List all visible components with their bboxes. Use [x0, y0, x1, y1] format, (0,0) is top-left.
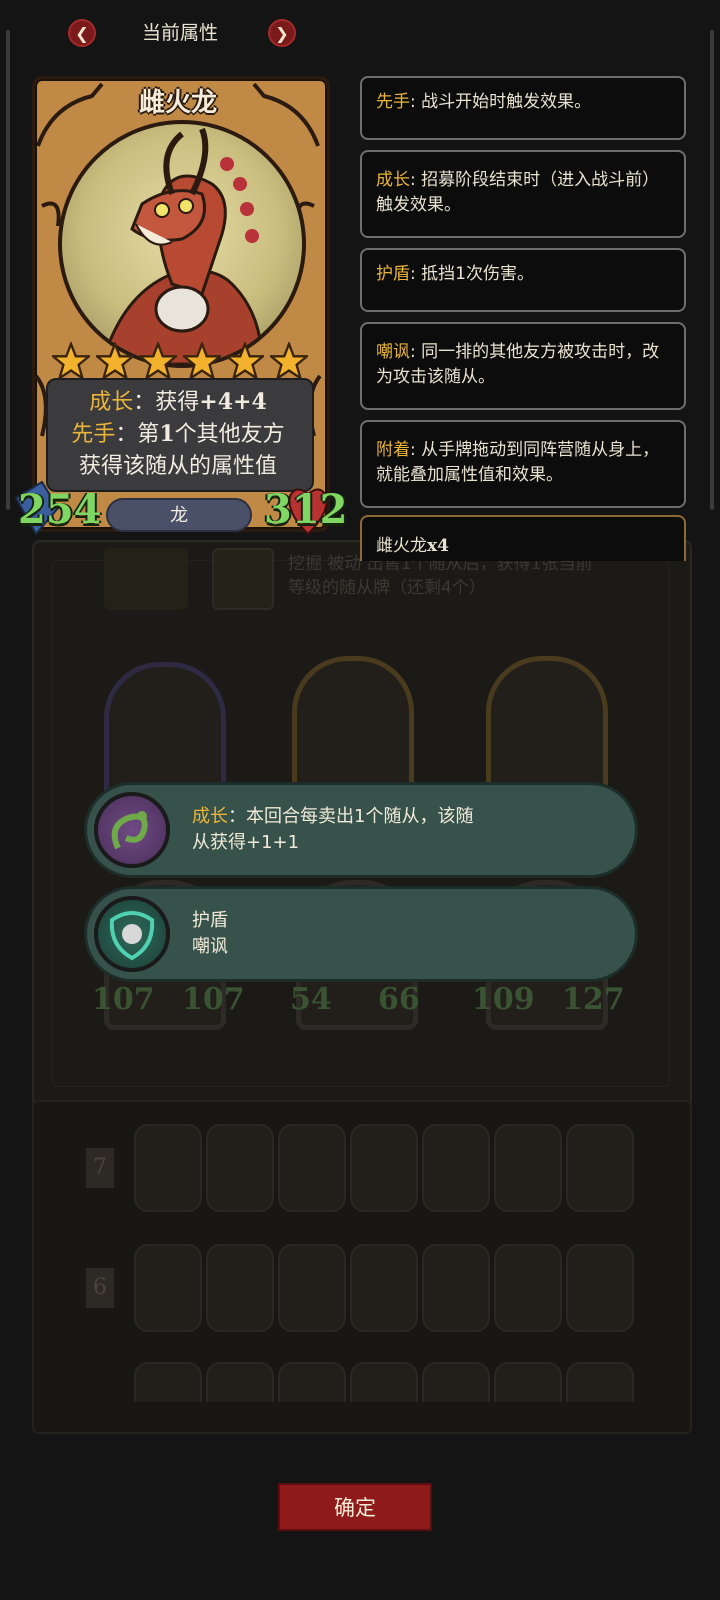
- ability-pill-line1: ：本回合每卖出1个随从，该随: [228, 806, 474, 827]
- background-minion-health: 107: [182, 982, 245, 1017]
- ability-value: 1: [159, 421, 175, 447]
- chevron-right-icon: ❯: [275, 24, 289, 43]
- keyword-name: 附着: [376, 440, 410, 460]
- background-shop-slot: [134, 1362, 202, 1402]
- background-dig-text-2: 等级的随从牌（还剩4个）: [288, 578, 486, 598]
- keyword-panel-attach: 附着: 从手牌拖动到同阵营随从身上，就能叠加属性值和效果。: [360, 420, 686, 508]
- background-shop-slot: [278, 1124, 346, 1212]
- shield-beast-icon: [94, 896, 170, 972]
- background-shop-row: [134, 1124, 634, 1220]
- background-shop-slot: [206, 1362, 274, 1402]
- page-title: 当前属性: [141, 22, 218, 44]
- star-icon: [139, 342, 178, 380]
- background-minion-attack: 107: [92, 982, 155, 1017]
- keyword-first-strike: 先手: [71, 422, 116, 447]
- background-shop-slot: [566, 1124, 634, 1212]
- keyword-name: 先手: [376, 92, 410, 112]
- ability-text: 个其他友方: [174, 422, 285, 447]
- background-shop-slot: [422, 1362, 490, 1402]
- tribe-badge: 龙: [106, 498, 252, 532]
- next-button[interactable]: ❯: [268, 19, 296, 47]
- keyword-desc: : 同一排的其他友方被攻击时，改为攻击该随从。: [376, 342, 660, 387]
- background-shop-row: [134, 1362, 634, 1402]
- star-rating: [52, 342, 308, 382]
- background-hero-portrait: [104, 548, 188, 610]
- dragon-illustration: [100, 127, 264, 364]
- background-shop-slot: [494, 1362, 562, 1402]
- ability-text: ：第: [115, 422, 160, 447]
- keyword-desc: : 抵挡1次伤害。: [410, 264, 534, 284]
- ability-text: ：获得: [133, 390, 200, 415]
- background-minion-health: 66: [378, 982, 420, 1017]
- background-shop-slot: [134, 1244, 202, 1332]
- right-scrollbar[interactable]: [710, 30, 714, 510]
- ability-pill-line2: 从获得+1+1: [192, 832, 300, 853]
- background-shop-slot: [206, 1124, 274, 1212]
- background-dig-icon: [212, 548, 274, 610]
- keyword-panel-growth: 成长: 招募阶段结束时（进入战斗前）触发效果。: [360, 150, 686, 238]
- keyword-shield: 护盾: [192, 910, 228, 931]
- background-shop-slot: [278, 1244, 346, 1332]
- keyword-name: 护盾: [376, 264, 410, 284]
- ability-line-3: 获得该随从的属性值: [78, 454, 277, 479]
- background-shop-slot: [422, 1124, 490, 1212]
- keyword-desc: : 战斗开始时触发效果。: [410, 92, 592, 112]
- keyword-panel-taunt: 嘲讽: 同一排的其他友方被攻击时，改为攻击该随从。: [360, 322, 686, 410]
- left-scrollbar[interactable]: [6, 30, 10, 510]
- star-icon: [269, 342, 308, 380]
- star-icon: [95, 342, 134, 380]
- background-shop-slot: [206, 1244, 274, 1332]
- keyword-panel-first-strike: 先手: 战斗开始时触发效果。: [360, 76, 686, 140]
- composition-count: x4: [427, 536, 449, 556]
- health-value: 312: [264, 486, 348, 533]
- ability-pill-text: 成长：本回合每卖出1个随从，该随: [192, 804, 473, 830]
- minion-name: 雌火龙: [138, 88, 217, 118]
- background-shop-slot: [494, 1124, 562, 1212]
- background-minion-attack: 54: [290, 982, 332, 1017]
- ability-value: +4+4: [199, 389, 267, 415]
- background-shop-row: [134, 1244, 634, 1340]
- ability-line-first-strike: 先手：第1个其他友方: [46, 416, 310, 448]
- keyword-panel-shield: 护盾: 抵挡1次伤害。: [360, 248, 686, 312]
- background-shop-slot: [422, 1244, 490, 1332]
- background-tier-badge: 7: [86, 1148, 114, 1188]
- background-shop-slot: [350, 1244, 418, 1332]
- attack-value: 254: [18, 486, 102, 533]
- background-shop-slot: [566, 1244, 634, 1332]
- background-minion-health: 127: [562, 982, 625, 1017]
- background-shop-slot: [350, 1124, 418, 1212]
- background-minion-attack: 109: [472, 982, 535, 1017]
- star-icon: [52, 342, 90, 380]
- keyword-name: 嘲讽: [376, 342, 410, 362]
- composition-label: 雌火龙: [376, 536, 427, 556]
- keyword-desc: : 从手牌拖动到同阵营随从身上，就能叠加属性值和效果。: [376, 440, 660, 485]
- confirm-button[interactable]: 确定: [278, 1483, 432, 1531]
- star-icon: [182, 342, 221, 380]
- background-shop-slot: [278, 1362, 346, 1402]
- serpent-icon: [94, 792, 170, 868]
- background-shop-slot: [134, 1124, 202, 1212]
- background-tier-badge: 6: [86, 1268, 114, 1308]
- composition-panel: 雌火龙x4: [360, 515, 686, 561]
- chevron-left-icon: ❮: [75, 24, 89, 43]
- background-shop-slot: [350, 1362, 418, 1402]
- prev-button[interactable]: ❮: [68, 19, 96, 47]
- keyword-name: 成长: [376, 170, 410, 190]
- background-shop-slot: [494, 1244, 562, 1332]
- keyword-growth: 成长: [192, 806, 228, 827]
- background-shop-slot: [566, 1362, 634, 1402]
- keyword-taunt: 嘲讽: [192, 936, 228, 957]
- keyword-desc: : 招募阶段结束时（进入战斗前）触发效果。: [376, 170, 660, 215]
- ability-line-growth: 成长：获得+4+4: [46, 384, 310, 416]
- star-icon: [226, 342, 265, 380]
- keyword-growth: 成长: [89, 390, 134, 415]
- minion-portrait: [58, 120, 306, 368]
